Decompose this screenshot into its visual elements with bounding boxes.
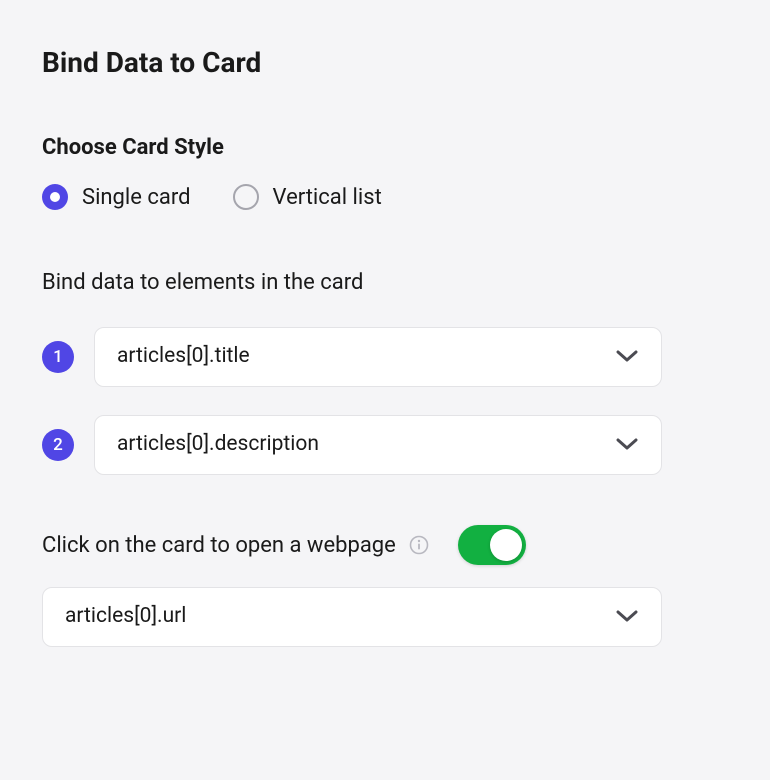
binding-dropdown-1[interactable]: articles[0].title xyxy=(94,327,662,387)
radio-single-card-label: Single card xyxy=(82,185,191,210)
click-card-label: Click on the card to open a webpage xyxy=(42,533,396,558)
chevron-down-icon xyxy=(615,349,639,363)
click-card-row: Click on the card to open a webpage xyxy=(42,525,662,565)
chevron-down-icon xyxy=(615,609,639,623)
toggle-knob xyxy=(490,529,522,561)
url-dropdown-value: articles[0].url xyxy=(65,604,186,628)
page-title: Bind Data to Card xyxy=(42,46,728,79)
binding-row-1: 1 articles[0].title xyxy=(42,327,662,387)
radio-unselected-icon xyxy=(233,184,259,210)
step-badge-2: 2 xyxy=(42,429,74,461)
radio-selected-icon xyxy=(42,184,68,210)
binding-row-2: 2 articles[0].description xyxy=(42,415,662,475)
url-dropdown[interactable]: articles[0].url xyxy=(42,587,662,647)
radio-vertical-list[interactable]: Vertical list xyxy=(233,184,382,210)
radio-single-card[interactable]: Single card xyxy=(42,184,191,210)
card-style-radio-group: Single card Vertical list xyxy=(42,184,662,210)
step-badge-1: 1 xyxy=(42,341,74,373)
card-style-heading: Choose Card Style xyxy=(42,135,662,160)
binding-dropdown-2-value: articles[0].description xyxy=(117,432,319,456)
binding-dropdown-2[interactable]: articles[0].description xyxy=(94,415,662,475)
radio-vertical-list-label: Vertical list xyxy=(273,185,382,210)
click-card-toggle[interactable] xyxy=(458,525,526,565)
binding-dropdown-1-value: articles[0].title xyxy=(117,344,250,368)
info-icon[interactable] xyxy=(408,534,430,556)
bind-section-heading: Bind data to elements in the card xyxy=(42,270,662,295)
chevron-down-icon xyxy=(615,437,639,451)
